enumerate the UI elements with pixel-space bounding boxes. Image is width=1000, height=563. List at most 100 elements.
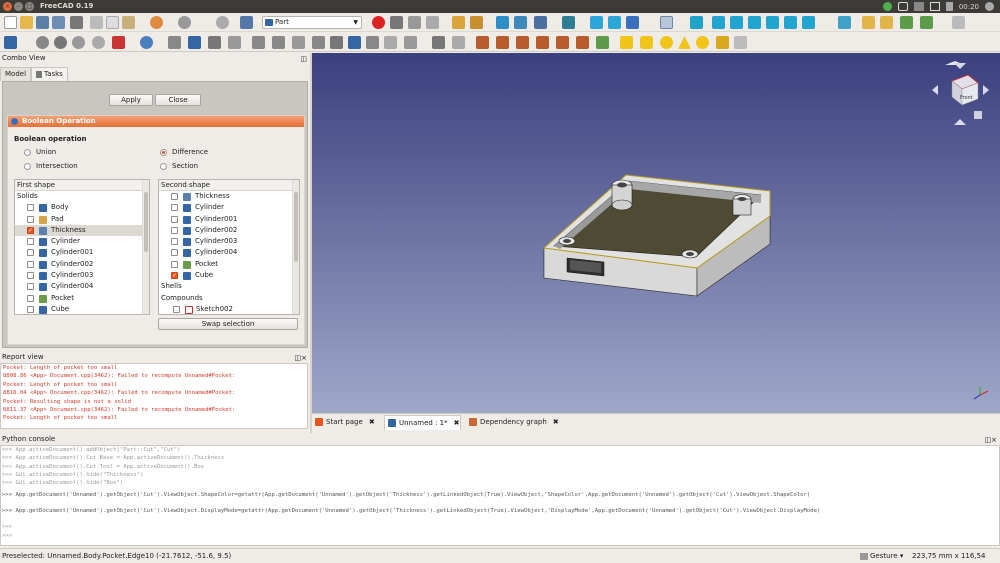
back-icon[interactable]: [590, 16, 603, 29]
list-item[interactable]: Cylinder002: [159, 225, 299, 236]
clock[interactable]: 00:20: [959, 3, 979, 11]
apply-button[interactable]: Apply: [109, 94, 153, 106]
torus-icon[interactable]: [696, 36, 709, 49]
union-radio-circle[interactable]: [24, 149, 31, 156]
part-primitive-icon[interactable]: [4, 36, 17, 49]
shells-group[interactable]: Shells: [159, 281, 299, 292]
whats-this-help-icon[interactable]: [952, 16, 965, 29]
solids-group[interactable]: Solids: [15, 191, 149, 202]
enclosure-model[interactable]: [542, 174, 771, 297]
radio-difference[interactable]: Difference: [160, 148, 208, 157]
edit-macro-icon[interactable]: [408, 16, 421, 29]
list-item[interactable]: Cylinder001: [159, 214, 299, 225]
list-item-checkbox[interactable]: [171, 270, 178, 281]
list-item[interactable]: Cylinder002: [15, 259, 149, 270]
check-geometry-icon[interactable]: [452, 36, 465, 49]
keyboard-icon[interactable]: [913, 2, 924, 11]
record-macro-icon[interactable]: [372, 16, 385, 29]
maximize-window-button[interactable]: □: [25, 2, 34, 11]
minimize-window-button[interactable]: –: [14, 2, 23, 11]
measure-clear-icon[interactable]: [536, 36, 549, 49]
save-document-icon[interactable]: [36, 16, 49, 29]
list-item[interactable]: Sketch002: [159, 304, 299, 314]
swap-selection-button[interactable]: Swap selection: [158, 318, 298, 330]
section-radio-circle[interactable]: [160, 163, 167, 170]
measure-icon[interactable]: [838, 16, 851, 29]
list-item-checkbox[interactable]: [27, 204, 34, 212]
new-document-icon[interactable]: [4, 16, 17, 29]
measure-toggle-delta-icon[interactable]: [596, 36, 609, 49]
intersection-radio-circle[interactable]: [24, 163, 31, 170]
split-icon[interactable]: [432, 36, 445, 49]
cylinder-icon[interactable]: [640, 36, 653, 49]
settings-gear-icon[interactable]: [985, 2, 994, 11]
link-make-icon[interactable]: [900, 16, 913, 29]
make-face-icon[interactable]: [168, 36, 181, 49]
list-item[interactable]: Cylinder004: [159, 247, 299, 258]
list-item-checkbox[interactable]: [27, 225, 34, 236]
cut-tool-icon[interactable]: [366, 36, 379, 49]
front-view-icon[interactable]: [712, 16, 725, 29]
view-fit-icon[interactable]: [690, 16, 703, 29]
list-item[interactable]: Body: [15, 202, 149, 213]
run-macro-icon[interactable]: [426, 16, 439, 29]
list-item-checkbox[interactable]: [27, 249, 34, 257]
bounding-box-icon[interactable]: [514, 16, 527, 29]
second-list-scrollbar[interactable]: [292, 180, 299, 314]
measure-refresh-icon[interactable]: [516, 36, 529, 49]
sketch002-checkbox[interactable]: [173, 305, 180, 313]
list-item-checkbox[interactable]: [171, 215, 178, 223]
wifi-icon[interactable]: [897, 2, 908, 11]
radio-section[interactable]: Section: [160, 162, 198, 171]
cone-icon[interactable]: [678, 36, 691, 49]
fillet-icon[interactable]: [112, 36, 125, 49]
extrude-icon[interactable]: [54, 36, 67, 49]
difference-radio-circle[interactable]: [160, 149, 167, 156]
bottom-view-icon[interactable]: [784, 16, 797, 29]
list-item-checkbox[interactable]: [171, 226, 178, 234]
common-icon[interactable]: [404, 36, 417, 49]
list-item[interactable]: Cube: [15, 304, 149, 314]
battery-icon[interactable]: [929, 2, 940, 11]
list-item-checkbox[interactable]: [171, 260, 178, 268]
tab-start-page[interactable]: Start page ✖: [312, 415, 375, 430]
primitives-icon[interactable]: [734, 36, 747, 49]
close-tab-icon[interactable]: ✖: [454, 419, 460, 427]
fit-all-icon[interactable]: [452, 16, 465, 29]
volume-icon[interactable]: [945, 2, 953, 11]
whats-this-icon[interactable]: [240, 16, 253, 29]
compounds-group[interactable]: Compounds: [159, 293, 299, 304]
link-icon[interactable]: [626, 16, 639, 29]
list-item[interactable]: Cylinder: [159, 202, 299, 213]
tube-icon[interactable]: [716, 36, 729, 49]
boolean-icon[interactable]: [348, 36, 361, 49]
report-output[interactable]: Pocket: Length of pocket too small 8808.…: [0, 363, 308, 429]
second-shape-list[interactable]: Second shape Thickness Cylinder Cylinder00…: [158, 179, 300, 315]
list-item[interactable]: Thickness: [15, 224, 149, 237]
list-item[interactable]: Cylinder: [15, 236, 149, 247]
second-list-scrollbar-thumb[interactable]: [294, 192, 298, 262]
refresh-icon[interactable]: [216, 16, 229, 29]
open-document-icon[interactable]: [20, 16, 33, 29]
redo-icon[interactable]: [178, 16, 191, 29]
list-item[interactable]: Thickness: [159, 191, 299, 202]
loft-icon[interactable]: [208, 36, 221, 49]
measure-angular-icon[interactable]: [496, 36, 509, 49]
first-shape-list[interactable]: First shape Solids Body Pad Thickness Cylin…: [14, 179, 150, 315]
undo-icon[interactable]: [150, 16, 163, 29]
measure-toggle-all-icon[interactable]: [556, 36, 569, 49]
create-part-icon[interactable]: [862, 16, 875, 29]
stereo-icon[interactable]: [534, 16, 547, 29]
list-item[interactable]: Pad: [15, 214, 149, 225]
tab-unnamed[interactable]: Unnamed : 1* ✖: [384, 415, 461, 430]
mirror-icon[interactable]: [92, 36, 105, 49]
radio-union[interactable]: Union: [24, 148, 56, 157]
list-item-checkbox[interactable]: [171, 238, 178, 246]
ruled-surface-icon[interactable]: [188, 36, 201, 49]
cut-icon[interactable]: [90, 16, 103, 29]
isometric-view-icon[interactable]: [562, 16, 575, 29]
navigation-style[interactable]: Gesture ▾: [860, 549, 903, 563]
navigation-cube[interactable]: Front: [932, 61, 989, 125]
section-icon[interactable]: [252, 36, 265, 49]
list-item[interactable]: Cylinder003: [159, 236, 299, 247]
